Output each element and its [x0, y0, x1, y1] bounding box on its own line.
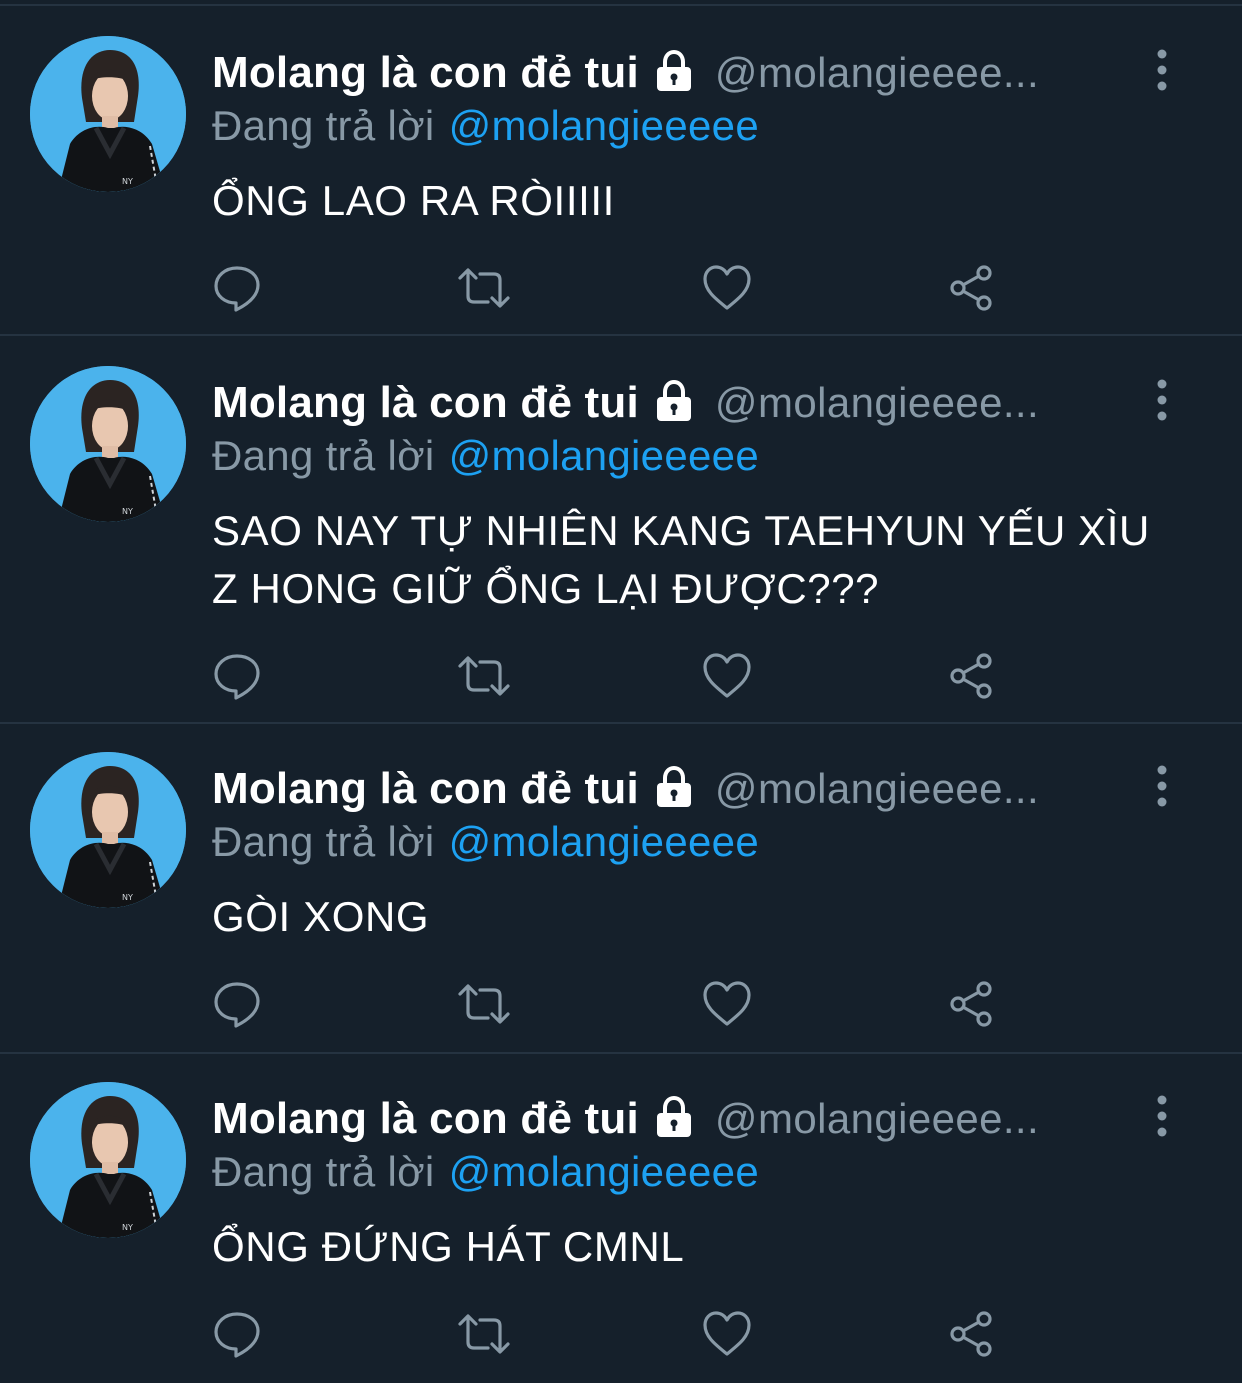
tweet-header: Molang là con đẻ tui @molangieeee...: [212, 1092, 1132, 1146]
more-options-icon[interactable]: [1150, 378, 1174, 422]
divider: [0, 4, 1242, 6]
timeline: NY Molang là con đẻ tui @molangieeee...: [0, 0, 1242, 1383]
like-icon[interactable]: [702, 980, 752, 1028]
tweet-actions: [212, 1310, 1012, 1358]
reply-context: Đang trả lời @molangieeeee: [212, 818, 759, 866]
display-name[interactable]: Molang là con đẻ tui: [212, 48, 639, 98]
reply-context: Đang trả lời @molangieeeee: [212, 432, 759, 480]
tweet-header: Molang là con đẻ tui @molangieeee...: [212, 762, 1132, 816]
like-icon[interactable]: [702, 264, 752, 312]
lock-icon: [651, 764, 697, 810]
reply-mention[interactable]: @molangieeeee: [449, 432, 759, 479]
share-icon[interactable]: [946, 264, 996, 312]
tweet-actions: [212, 652, 1012, 700]
retweet-icon[interactable]: [456, 652, 510, 700]
svg-text:NY: NY: [122, 893, 133, 902]
more-options-icon[interactable]: [1150, 48, 1174, 92]
avatar[interactable]: NY: [30, 1082, 186, 1238]
display-name[interactable]: Molang là con đẻ tui: [212, 378, 639, 428]
reply-context: Đang trả lời @molangieeeee: [212, 102, 759, 150]
svg-text:NY: NY: [122, 177, 133, 186]
lock-icon: [651, 48, 697, 94]
reply-mention[interactable]: @molangieeeee: [449, 818, 759, 865]
tweet-header: Molang là con đẻ tui @molangieeee...: [212, 46, 1132, 100]
tweet-text: GÒI XONG: [212, 893, 430, 940]
avatar[interactable]: NY: [30, 36, 186, 192]
reply-prefix: Đang trả lời: [212, 818, 435, 865]
tweet-actions: [212, 980, 1012, 1028]
avatar[interactable]: NY: [30, 366, 186, 522]
like-icon[interactable]: [702, 1310, 752, 1358]
handle[interactable]: @molangieeee...: [715, 1095, 1039, 1143]
reply-context: Đang trả lời @molangieeeee: [212, 1148, 759, 1196]
tweet-header: Molang là con đẻ tui @molangieeee...: [212, 376, 1132, 430]
reply-mention[interactable]: @molangieeeee: [449, 102, 759, 149]
svg-text:NY: NY: [122, 1223, 133, 1232]
avatar[interactable]: NY: [30, 752, 186, 908]
tweet[interactable]: NY Molang là con đẻ tui @molangieeee...: [0, 724, 1242, 1054]
lock-icon: [651, 378, 697, 424]
tweet-actions: [212, 264, 1012, 312]
more-options-icon[interactable]: [1150, 764, 1174, 808]
display-name[interactable]: Molang là con đẻ tui: [212, 764, 639, 814]
tweet-text: ỔNG LAO RA RÒIIIII: [212, 177, 615, 224]
tweet[interactable]: NY Molang là con đẻ tui @molangieeee...: [0, 1054, 1242, 1383]
reply-icon[interactable]: [212, 980, 262, 1028]
svg-text:NY: NY: [122, 507, 133, 516]
like-icon[interactable]: [702, 652, 752, 700]
retweet-icon[interactable]: [456, 264, 510, 312]
reply-icon[interactable]: [212, 1310, 262, 1358]
display-name[interactable]: Molang là con đẻ tui: [212, 1094, 639, 1144]
retweet-icon[interactable]: [456, 980, 510, 1028]
more-options-icon[interactable]: [1150, 1094, 1174, 1138]
share-icon[interactable]: [946, 652, 996, 700]
lock-icon: [651, 1094, 697, 1140]
reply-prefix: Đang trả lời: [212, 432, 435, 479]
handle[interactable]: @molangieeee...: [715, 765, 1039, 813]
share-icon[interactable]: [946, 980, 996, 1028]
retweet-icon[interactable]: [456, 1310, 510, 1358]
handle[interactable]: @molangieeee...: [715, 49, 1039, 97]
reply-prefix: Đang trả lời: [212, 102, 435, 149]
tweet-text: ỔNG ĐỨNG HÁT CMNL: [212, 1223, 685, 1270]
share-icon[interactable]: [946, 1310, 996, 1358]
tweet[interactable]: NY Molang là con đẻ tui @molangieeee...: [0, 8, 1242, 336]
divider: [0, 334, 1242, 336]
tweet-text: SAO NAY TỰ NHIÊN KANG TAEHYUN YẾU XÌU Z …: [212, 507, 1150, 612]
reply-mention[interactable]: @molangieeeee: [449, 1148, 759, 1195]
tweet[interactable]: NY Molang là con đẻ tui @molangieeee...: [0, 338, 1242, 724]
reply-icon[interactable]: [212, 652, 262, 700]
handle[interactable]: @molangieeee...: [715, 379, 1039, 427]
reply-icon[interactable]: [212, 264, 262, 312]
reply-prefix: Đang trả lời: [212, 1148, 435, 1195]
